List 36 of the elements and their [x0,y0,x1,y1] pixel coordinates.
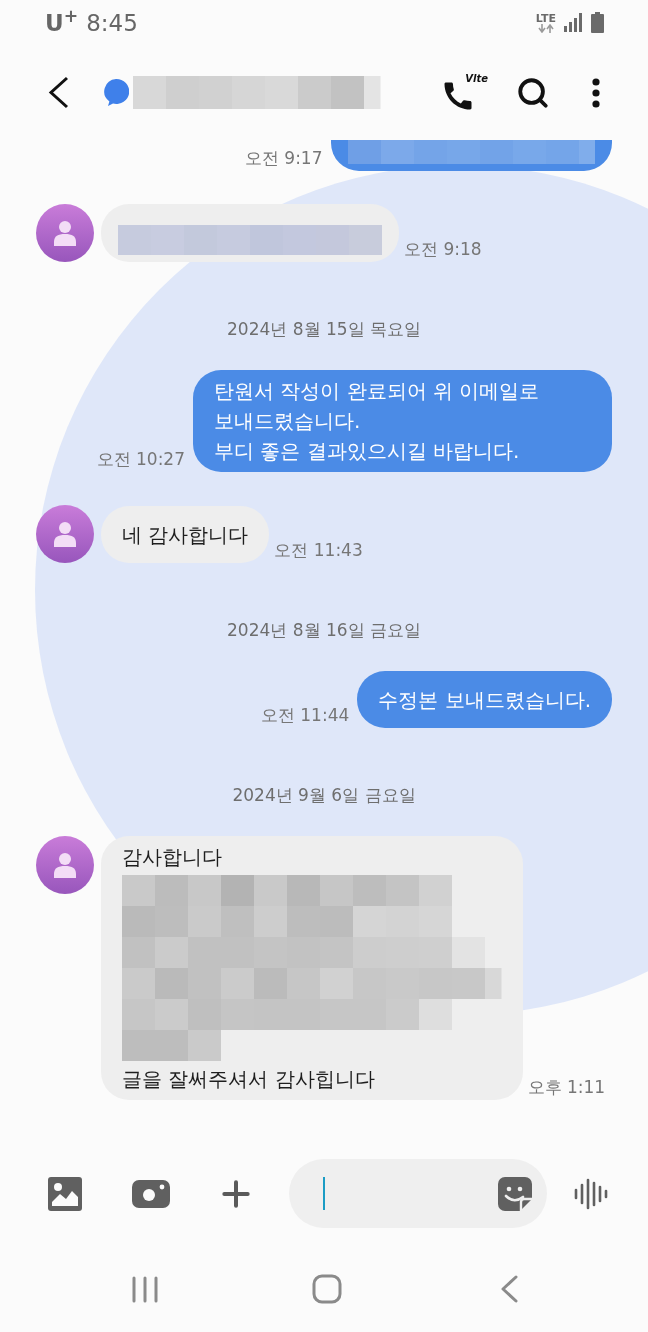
message-time: 오전 9:17 [244,148,323,168]
voice-wave-icon [574,1177,610,1210]
message-text: 수정본 보내드렸습니다. [378,686,591,714]
sticker-button[interactable] [497,1175,533,1212]
recent-apps-icon [132,1275,158,1303]
back-icon [500,1275,518,1303]
message-time: 오전 10:27 [96,449,185,469]
message-time: 오전 11:44 [260,705,350,725]
data-arrows-icon [537,23,554,33]
search-icon [516,75,550,110]
carrier-name: U$^{+}$ [45,8,79,37]
camera-icon [132,1179,170,1208]
message-text: 네 감사합니다 [122,521,249,549]
image-icon [48,1176,82,1211]
avatar-icon [36,836,94,894]
home-icon [312,1274,342,1304]
date-separator: 2024년 9월 6일 금요일 [232,784,416,806]
message-time: 오전 9:18 [404,239,482,259]
message-time: 오전 11:43 [274,540,363,560]
signal-icon [564,13,583,32]
avatar-icon [36,204,94,262]
smiley-sticker-icon [498,1176,532,1211]
message-text: 글을 잘써주셔서 감사힙니다 [122,1066,376,1093]
back-icon [47,76,69,109]
chat-bubble-icon [103,79,129,106]
battery-icon [591,12,604,33]
message-text: 감사합니다 [122,844,223,871]
date-separator: 2024년 8월 16일 금요일 [227,619,421,641]
status-time: 8:45 [86,8,138,37]
gallery-button[interactable] [47,1175,83,1212]
message-text: 탄원서 작성이 완료되어 위 이메일로 보내드렸습니다. 부디 좋은 결과있으시길 바랍니다. [214,378,541,465]
call-button[interactable]: Vlte [440,71,488,114]
date-separator: 2024년 8월 15일 목요일 [227,318,421,340]
more-icon [592,77,600,108]
network-label: LTE [535,12,556,24]
message-time: 오후 1:11 [527,1077,606,1097]
